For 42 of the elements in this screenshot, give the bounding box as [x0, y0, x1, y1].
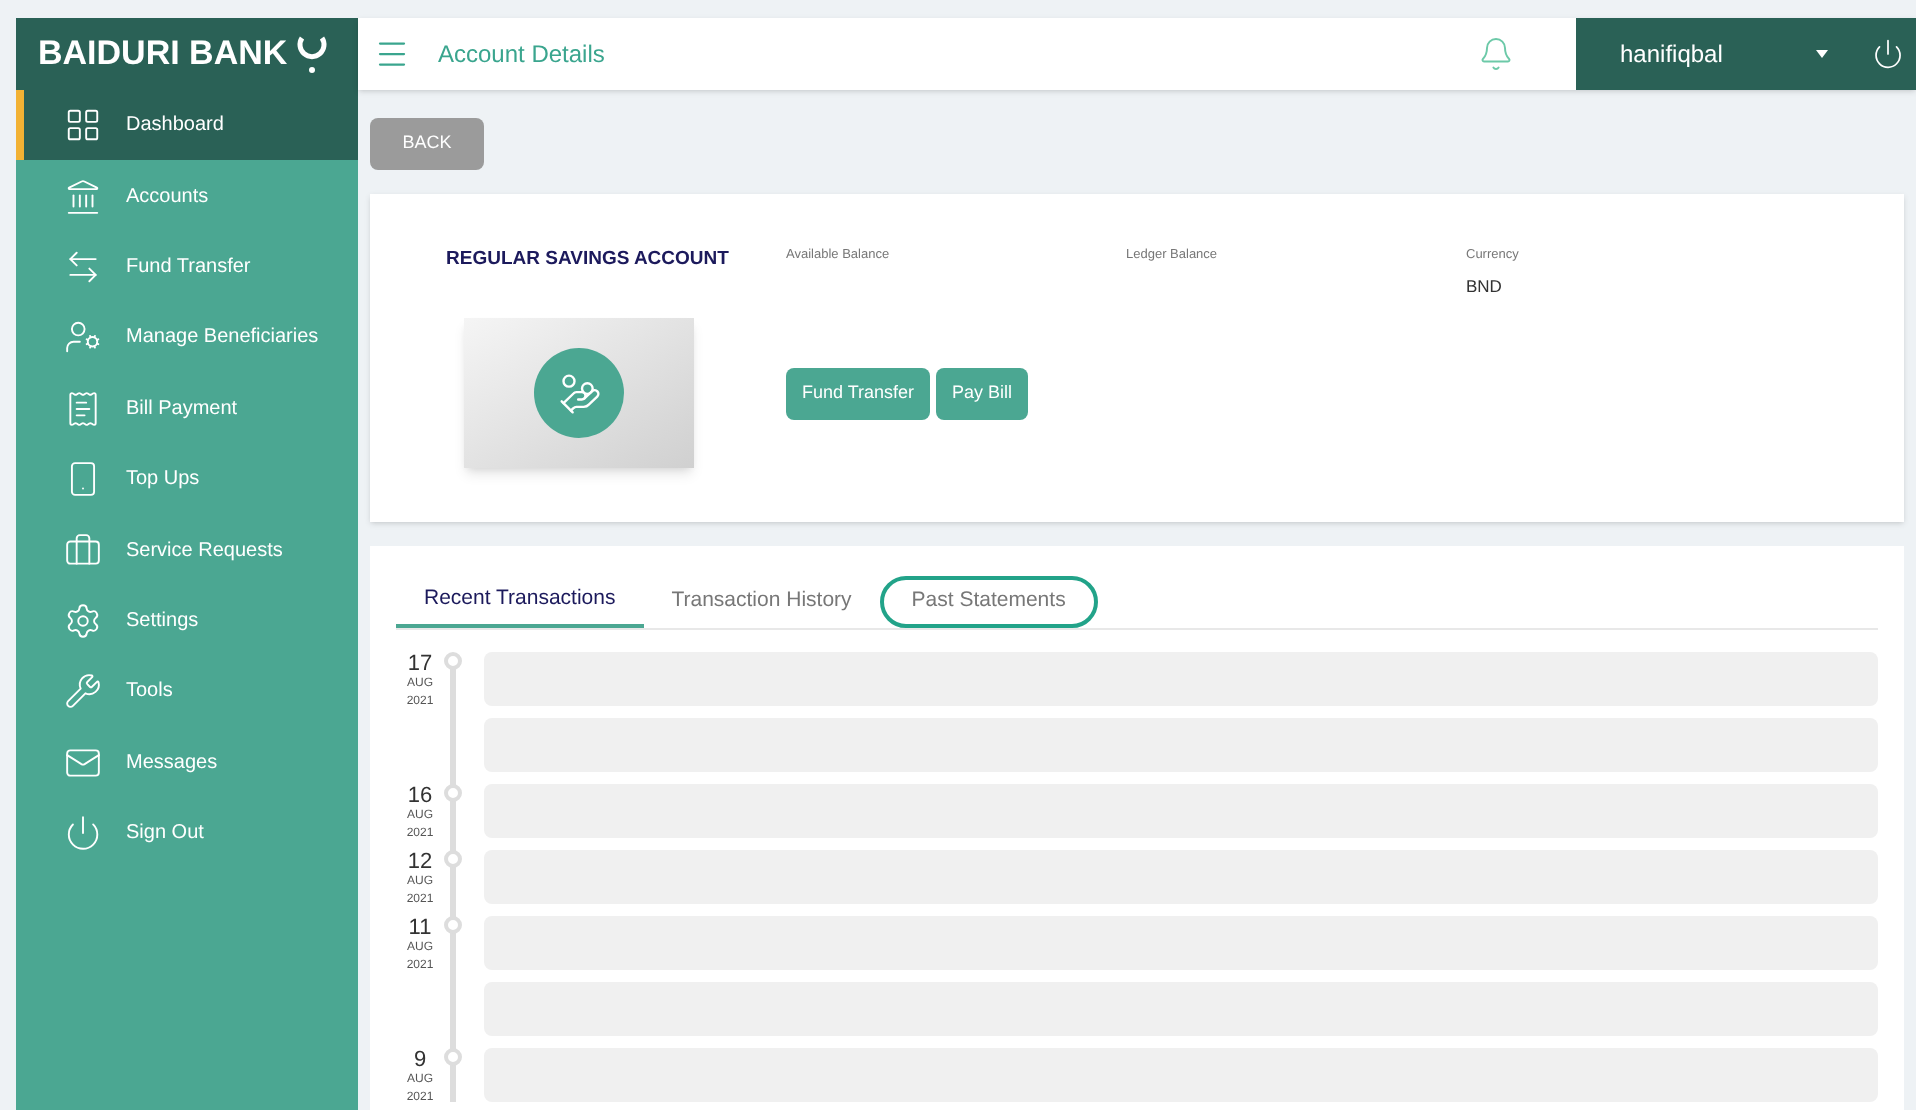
back-button[interactable]: BACK — [370, 118, 484, 170]
tab[interactable]: Past Statements — [879, 576, 1098, 628]
sidebar-item[interactable]: Manage Beneficiaries — [16, 302, 358, 374]
sidebar-item[interactable]: Service Requests — [16, 514, 358, 586]
page-title: Account Details — [438, 38, 605, 72]
sidebar-item[interactable]: Messages — [16, 727, 358, 798]
date-day: 11 — [408, 916, 432, 940]
caret-icon — [1816, 50, 1828, 58]
wrench-icon — [64, 672, 102, 711]
sidebar-item[interactable]: Bill Payment — [16, 373, 358, 444]
sidebar-item[interactable]: Top Ups — [16, 443, 358, 515]
sidebar-item[interactable]: Dashboard — [16, 90, 358, 161]
bell-icon[interactable] — [1478, 36, 1514, 72]
sidebar-item[interactable]: Sign Out — [16, 797, 358, 869]
user-menu[interactable]: hanifiqbal — [1576, 18, 1916, 90]
briefcase-icon — [64, 531, 102, 570]
action-button[interactable]: Pay Bill — [936, 367, 1029, 419]
sidebar-item[interactable]: Fund Transfer — [16, 231, 358, 303]
grid-icon — [64, 106, 102, 145]
power-icon — [64, 814, 102, 853]
user-gear-icon — [64, 318, 102, 357]
date-day: 9 — [413, 1048, 427, 1072]
sidebar-item[interactable]: Settings — [16, 585, 358, 657]
bank-logo: BAIDURI BANK — [38, 34, 288, 74]
date-day: 12 — [407, 850, 433, 874]
sidebar-item[interactable]: Tools — [16, 656, 358, 728]
menu-icon[interactable] — [374, 36, 410, 72]
date-day: 17 — [407, 652, 433, 676]
settings-icon — [64, 601, 102, 640]
bank-icon — [64, 177, 102, 216]
sidebar-item[interactable]: Accounts — [16, 160, 358, 232]
tab[interactable]: Recent Transactions — [396, 576, 644, 628]
mail-icon — [64, 743, 102, 782]
date-day: 16 — [407, 784, 433, 808]
arrows-icon — [64, 247, 102, 286]
action-button[interactable]: Fund Transfer — [786, 367, 931, 419]
account-name: REGULAR SAVINGS ACCOUNT — [446, 246, 731, 274]
tab[interactable]: Transaction History — [643, 576, 880, 628]
power-icon[interactable] — [1872, 38, 1904, 70]
logo-icon — [295, 32, 328, 76]
field-value: BND — [1466, 273, 1504, 299]
receipt-icon — [64, 389, 102, 428]
